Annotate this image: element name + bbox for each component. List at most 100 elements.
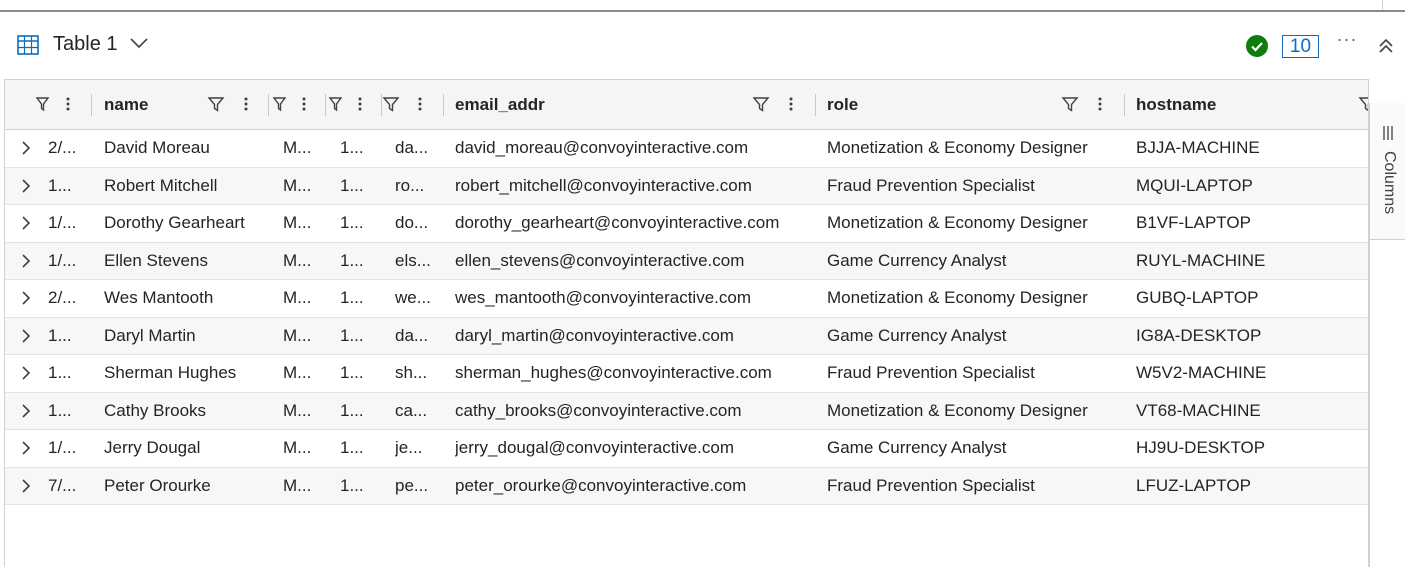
cell-col3: M...	[283, 138, 312, 157]
column-separator[interactable]	[268, 94, 269, 116]
cell-col4: 1...	[340, 325, 364, 345]
chevron-right-icon[interactable]	[19, 291, 33, 305]
filter-icon[interactable]	[1358, 95, 1368, 113]
cell-col5: we...	[395, 288, 431, 307]
cell-col3: M...	[283, 213, 312, 232]
chevron-right-icon[interactable]	[19, 328, 33, 343]
table-row[interactable]: 1... Robert Mitchell M... 1... ro... robert_m…	[5, 167, 1368, 205]
column-menu-icon[interactable]	[299, 95, 309, 113]
cell-role: Monetization & Economy Designer	[827, 213, 1088, 232]
cell-col4: 1...	[340, 175, 364, 195]
column-separator[interactable]	[815, 94, 816, 116]
cell-role: Game Currency Analyst	[827, 250, 1007, 270]
column-separator[interactable]	[1124, 94, 1125, 116]
table-row[interactable]: 1... Sherman Hughes M... 1... sh... sherman_h…	[5, 355, 1368, 393]
cell-col5: je...	[395, 438, 423, 457]
table-row[interactable]: 7/... Peter Orourke M... 1... pe... peter_oro…	[5, 467, 1368, 505]
column-menu-icon[interactable]	[415, 95, 425, 113]
cell-hostname: GUBQ-LAPTOP	[1136, 288, 1259, 307]
cell-col5: els...	[395, 250, 431, 270]
cell-date: 7/...	[48, 475, 77, 495]
cell-role: Game Currency Analyst	[827, 325, 1007, 345]
cell-email: david_moreau@convoyinteractive.com	[455, 138, 749, 157]
grid-header: name email_addr role hostname	[5, 80, 1368, 130]
row-count-badge[interactable]: 10	[1282, 35, 1319, 58]
chevron-right-icon[interactable]	[19, 478, 33, 493]
column-menu-icon[interactable]	[63, 95, 73, 113]
cell-hostname: LFUZ-LAPTOP	[1136, 475, 1251, 495]
cell-col5: ro...	[395, 175, 425, 195]
cell-date: 1...	[48, 175, 72, 195]
cell-name: Ellen Stevens	[104, 250, 208, 270]
cell-email: robert_mitchell@convoyinteractive.com	[455, 175, 752, 195]
columns-icon	[1381, 125, 1395, 141]
cell-name: Cathy Brooks	[104, 400, 207, 420]
chevron-right-icon[interactable]	[19, 441, 33, 455]
column-separator[interactable]	[443, 94, 444, 116]
filter-icon[interactable]	[382, 95, 400, 113]
table-row[interactable]: 1/... Dorothy Gearheart M... 1... do... dorot…	[5, 205, 1368, 243]
table-row[interactable]: 1/... Ellen Stevens M... 1... els... ellen_st…	[5, 242, 1368, 280]
cell-col5: pe...	[395, 475, 429, 495]
cell-col3: M...	[283, 475, 312, 495]
table-row[interactable]: 2/... Wes Mantooth M... 1... we... wes_mantoo…	[5, 280, 1368, 318]
column-header-email-addr[interactable]: email_addr	[455, 95, 545, 115]
more-icon[interactable]: ···	[1334, 29, 1360, 55]
column-menu-icon[interactable]	[786, 95, 796, 113]
columns-tab-label: Columns	[1381, 151, 1398, 215]
cell-role: Monetization & Economy Designer	[827, 138, 1088, 157]
cell-col4: 1...	[340, 475, 364, 495]
filter-icon[interactable]	[270, 95, 288, 113]
side-panel-border	[1369, 240, 1370, 567]
cell-col3: M...	[283, 325, 312, 345]
cell-col5: ca...	[395, 400, 428, 420]
table-row[interactable]: 1... Cathy Brooks M... 1... ca... cathy_brook…	[5, 392, 1368, 430]
cell-hostname: BJJA-MACHINE	[1136, 138, 1260, 157]
table-row[interactable]: 2/... David Moreau M... 1... da... david_more…	[5, 130, 1368, 168]
cell-hostname: HJ9U-DESKTOP	[1136, 438, 1266, 457]
table-row[interactable]: 1/... Jerry Dougal M... 1... je... jerry_doug…	[5, 430, 1368, 468]
chevron-right-icon[interactable]	[19, 141, 33, 155]
column-separator[interactable]	[91, 94, 92, 116]
collapse-up-icon[interactable]	[1376, 37, 1396, 55]
cell-name: Peter Orourke	[104, 475, 211, 495]
data-grid: name email_addr role hostname 2/... Davi…	[4, 79, 1369, 567]
cell-col3: M...	[283, 438, 312, 457]
cell-date: 2/...	[48, 288, 77, 307]
column-menu-icon[interactable]	[355, 95, 365, 113]
column-menu-icon[interactable]	[241, 95, 251, 113]
filter-icon[interactable]	[1061, 95, 1079, 113]
cell-email: sherman_hughes@convoyinteractive.com	[455, 363, 772, 382]
cell-col5: da...	[395, 138, 429, 157]
cell-name: Daryl Martin	[104, 325, 196, 345]
column-header-name[interactable]: name	[104, 95, 148, 115]
cell-email: jerry_dougal@convoyinteractive.com	[455, 438, 734, 457]
cell-email: cathy_brooks@convoyinteractive.com	[455, 400, 742, 420]
filter-icon[interactable]	[752, 95, 770, 113]
cell-col5: da...	[395, 325, 429, 345]
chevron-right-icon[interactable]	[19, 216, 33, 230]
chevron-down-icon[interactable]	[129, 36, 149, 50]
cell-col4: 1...	[340, 400, 364, 420]
cell-col3: M...	[283, 175, 312, 195]
filter-icon[interactable]	[207, 95, 225, 113]
chevron-right-icon[interactable]	[19, 366, 33, 380]
column-menu-icon[interactable]	[1095, 95, 1105, 113]
cell-email: wes_mantooth@convoyinteractive.com	[455, 288, 752, 307]
check-circle-icon	[1246, 35, 1268, 57]
top-divider	[0, 0, 1405, 12]
table-row[interactable]: 1... Daryl Martin M... 1... da... daryl_marti…	[5, 317, 1368, 355]
chevron-right-icon[interactable]	[19, 253, 33, 268]
chevron-right-icon[interactable]	[19, 403, 33, 418]
cell-role: Game Currency Analyst	[827, 438, 1007, 457]
filter-icon[interactable]	[326, 95, 344, 113]
cell-date: 1...	[48, 400, 72, 420]
columns-side-tab[interactable]: Columns	[1369, 103, 1405, 240]
cell-hostname: W5V2-MACHINE	[1136, 363, 1267, 382]
chevron-right-icon[interactable]	[19, 178, 33, 193]
cell-col4: 1...	[340, 363, 364, 382]
column-header-role[interactable]: role	[827, 95, 858, 115]
filter-icon[interactable]	[33, 95, 51, 113]
column-header-hostname[interactable]: hostname	[1136, 95, 1216, 115]
cell-col5: do...	[395, 213, 429, 232]
